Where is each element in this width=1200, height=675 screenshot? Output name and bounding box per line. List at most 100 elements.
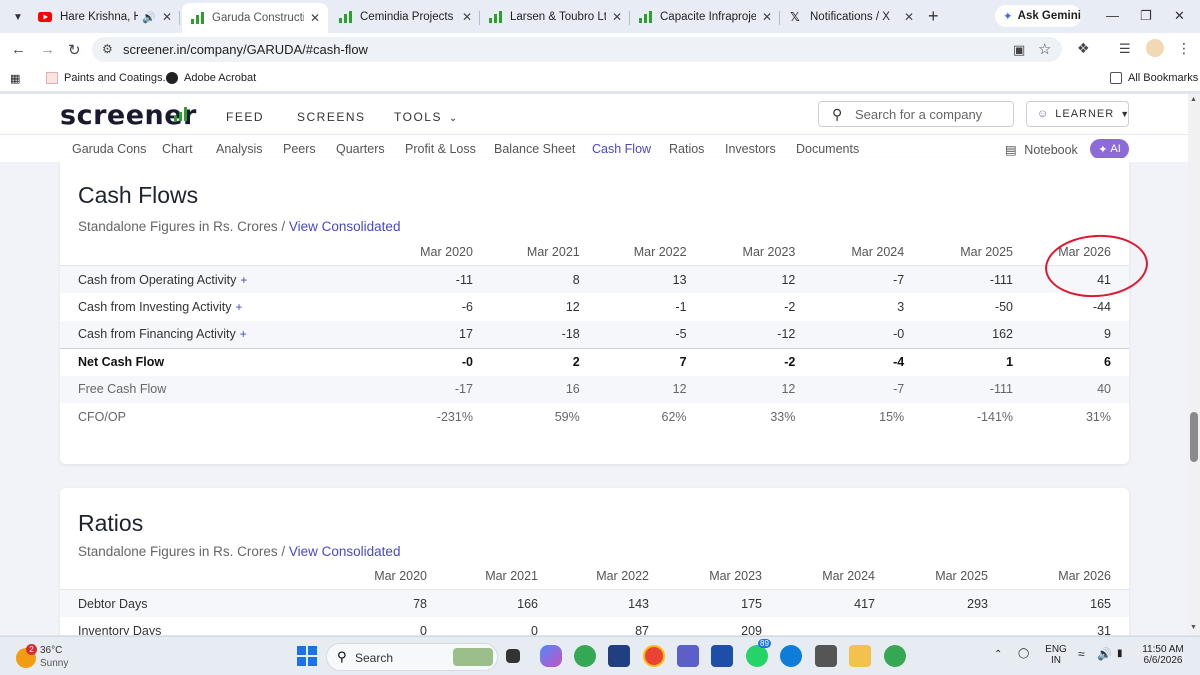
close-icon[interactable]: ✕	[462, 10, 472, 24]
expand-plus-icon[interactable]: +	[240, 327, 247, 341]
back-icon[interactable]: ←	[11, 41, 26, 58]
extensions-icon[interactable]: ❖	[1077, 40, 1090, 57]
nav-tools[interactable]: TOOLS ⌄	[394, 110, 459, 124]
close-icon[interactable]: ✕	[762, 10, 772, 24]
media-control-icon[interactable]: ☰	[1119, 41, 1131, 57]
subnav-analysis[interactable]: Analysis	[216, 142, 263, 156]
chrome-icon[interactable]	[574, 645, 596, 667]
new-tab-button[interactable]: +	[928, 6, 939, 27]
wifi-icon[interactable]: ≈	[1078, 647, 1085, 661]
table-cell: -0	[795, 320, 905, 348]
apps-grid-icon[interactable]: ▦	[10, 72, 20, 85]
notebook-button[interactable]: ▤ Notebook	[1005, 142, 1078, 157]
table-cell: 16	[472, 375, 580, 403]
taskbar-search[interactable]: ⚲ Search	[326, 643, 498, 671]
subnav-balance-sheet[interactable]: Balance Sheet	[494, 142, 575, 156]
tab-cemindia[interactable]: Cemindia Projects Ltd ✕	[330, 4, 480, 30]
language-indicator[interactable]: ENG IN	[1044, 644, 1068, 666]
subnav-chart[interactable]: Chart	[162, 142, 193, 156]
copilot-icon[interactable]	[540, 645, 562, 667]
url-text[interactable]: screener.in/company/GARUDA/#cash-flow	[123, 42, 368, 57]
close-window-icon[interactable]: ✕	[1174, 8, 1185, 24]
user-menu-button[interactable]: ☺ LEARNER ▼	[1026, 101, 1129, 127]
expand-plus-icon[interactable]: +	[240, 273, 247, 287]
subnav-company[interactable]: Garuda Cons	[72, 142, 146, 156]
teams-icon[interactable]	[677, 645, 699, 667]
chrome-profile-icon[interactable]	[884, 645, 906, 667]
table-cell: 31%	[1085, 409, 1111, 424]
close-icon[interactable]: ✕	[162, 10, 172, 24]
speaker-icon[interactable]: 🔊	[142, 11, 156, 24]
subnav-quarters[interactable]: Quarters	[336, 142, 385, 156]
row-label: Inventory Days	[78, 623, 162, 635]
store-icon[interactable]	[608, 645, 630, 667]
column-header: Mar 2021	[427, 562, 538, 590]
bookmark-paints[interactable]: Paints and Coatings...	[46, 72, 172, 84]
bookmark-adobe[interactable]: Adobe Acrobat	[166, 72, 256, 84]
header-blank	[60, 238, 366, 266]
scroll-down-icon[interactable]: ▼	[1190, 624, 1197, 631]
calculator-icon[interactable]	[815, 645, 837, 667]
tab-x-notifications[interactable]: 𝕏 Notifications / X ✕	[780, 4, 922, 30]
ask-gemini-button[interactable]: ✦ Ask Gemini	[995, 5, 1081, 27]
nav-feed[interactable]: FEED	[226, 110, 264, 124]
company-search-input[interactable]: ⚲ Search for a company	[818, 101, 1014, 127]
scroll-up-icon[interactable]: ▲	[1190, 96, 1197, 103]
app-icon[interactable]	[711, 645, 733, 667]
close-icon[interactable]: ✕	[310, 11, 320, 25]
all-bookmarks[interactable]: All Bookmarks	[1110, 72, 1198, 84]
task-view-icon[interactable]	[506, 649, 520, 663]
table-cell: -11	[365, 265, 473, 293]
row-label[interactable]: Cash from Investing Activity +	[60, 293, 365, 321]
table-row-net-cash-flow: Net Cash Flow -0 2 7 -2 -4 1 6	[60, 347, 1129, 376]
network-status-icon[interactable]: ◯	[1018, 648, 1029, 659]
windows-start-icon[interactable]	[296, 645, 318, 667]
subnav-documents[interactable]: Documents	[796, 142, 859, 156]
ai-button[interactable]: ✦ AI	[1090, 139, 1129, 159]
tab-capacite[interactable]: Capacite Infraprojects ✕	[630, 4, 780, 30]
tab-larsen[interactable]: Larsen & Toubro Ltd sl ✕	[480, 4, 630, 30]
menu-kebab-icon[interactable]: ⋮	[1177, 40, 1191, 57]
tab-search-button[interactable]: ▼	[8, 7, 28, 27]
minimize-icon[interactable]: —	[1106, 8, 1119, 23]
scroll-thumb[interactable]	[1190, 412, 1198, 462]
tab-garuda[interactable]: Garuda Construction a ✕	[182, 3, 328, 33]
row-label[interactable]: Cash from Financing Activity +	[60, 320, 366, 348]
view-consolidated-link[interactable]: View Consolidated	[289, 544, 401, 559]
view-consolidated-link[interactable]: View Consolidated	[289, 219, 401, 234]
install-app-icon[interactable]: ▣	[1013, 42, 1025, 58]
bookmark-star-icon[interactable]: ☆	[1038, 40, 1051, 58]
tab-youtube[interactable]: Hare Krishna, Hare 🔊 ✕	[30, 4, 180, 30]
edge-icon[interactable]	[780, 645, 802, 667]
table-cell: 15%	[879, 409, 905, 424]
close-icon[interactable]: ✕	[612, 10, 622, 24]
nav-screens[interactable]: SCREENS	[297, 110, 366, 124]
expand-plus-icon[interactable]: +	[236, 300, 243, 314]
forward-icon[interactable]: →	[40, 41, 55, 58]
subnav-investors[interactable]: Investors	[725, 142, 776, 156]
file-explorer-icon[interactable]	[849, 645, 871, 667]
table-cell: 59%	[554, 409, 580, 424]
site-info-icon[interactable]: ⚙	[102, 42, 113, 56]
tray-overflow-icon[interactable]: ⌃	[994, 649, 1002, 660]
profile-avatar[interactable]	[1146, 39, 1164, 57]
clock[interactable]: 11:50 AM 6/6/2026	[1140, 644, 1186, 666]
subnav-peers[interactable]: Peers	[283, 142, 316, 156]
subnav-cash-flow[interactable]: Cash Flow	[592, 142, 651, 156]
table-cell: 17	[365, 320, 473, 348]
tab-title: Hare Krishna, Hare	[60, 11, 139, 23]
row-label[interactable]: Cash from Operating Activity +	[60, 265, 366, 293]
volume-icon[interactable]: 🔊	[1097, 647, 1112, 661]
battery-icon[interactable]: ▮	[1117, 648, 1123, 659]
chrome-active-icon[interactable]	[643, 645, 665, 667]
table-cell: 417	[762, 589, 875, 617]
close-icon[interactable]: ✕	[904, 10, 914, 24]
table-cell: -1	[675, 299, 687, 314]
reload-icon[interactable]: ↻	[68, 41, 81, 59]
page-scrollbar[interactable]: ▲ ▼	[1188, 94, 1200, 635]
restore-icon[interactable]: ❐	[1140, 8, 1152, 24]
ask-gemini-label: Ask Gemini	[1017, 10, 1081, 22]
subnav-ratios[interactable]: Ratios	[669, 142, 704, 156]
whatsapp-icon[interactable]: 89	[746, 639, 771, 667]
subnav-profit-loss[interactable]: Profit & Loss	[405, 142, 476, 156]
